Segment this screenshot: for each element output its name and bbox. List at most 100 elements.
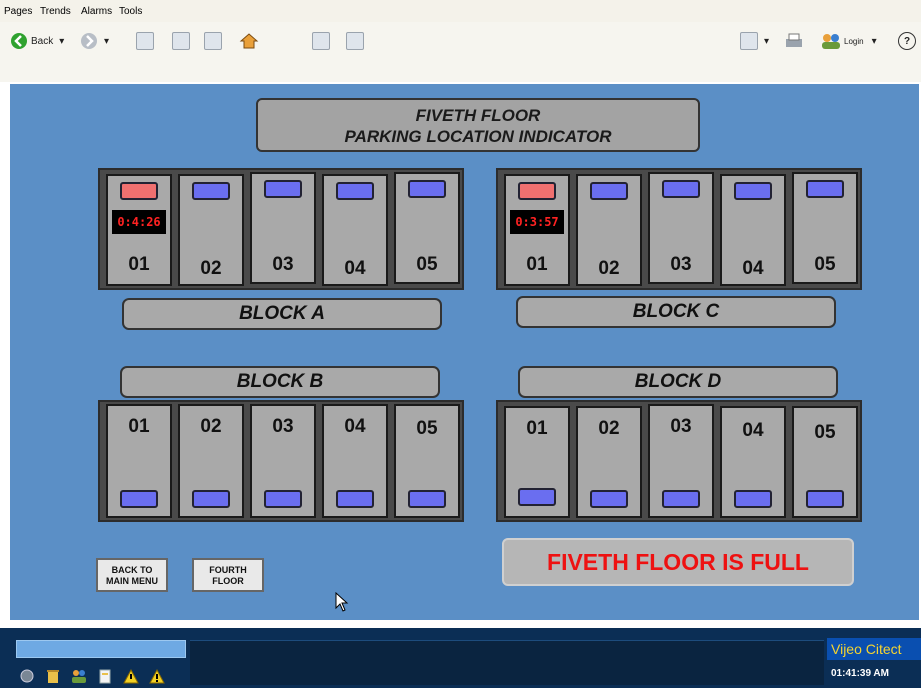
trash-icon[interactable]	[44, 668, 62, 684]
menu-item-pages[interactable]: Pages	[4, 6, 32, 17]
free-indicator	[192, 182, 230, 200]
back-button[interactable]: Back ▾	[10, 31, 64, 51]
slot-number: 03	[670, 254, 692, 275]
forward-arrow-icon	[81, 33, 97, 49]
slot-number: 05	[416, 254, 438, 275]
button-line-2: FLOOR	[212, 576, 244, 586]
block-d: 01 02 03 04 05	[496, 400, 862, 522]
screen-icon[interactable]	[312, 32, 330, 50]
block-c-slot-01[interactable]: 0:3:57 01	[504, 174, 570, 286]
users-icon	[822, 34, 840, 49]
fourth-floor-button[interactable]: FOURTH FLOOR	[192, 558, 264, 592]
free-indicator	[336, 490, 374, 508]
block-b: 01 02 03 04 05	[98, 400, 464, 522]
block-b-slot-04[interactable]: 04	[322, 404, 388, 518]
free-indicator	[590, 182, 628, 200]
clock: 01:41:39 AM	[827, 664, 921, 684]
slot-number: 02	[598, 258, 620, 279]
block-c-slot-04[interactable]: 04	[720, 174, 786, 286]
document-icon[interactable]	[96, 668, 114, 684]
slot-number: 04	[742, 420, 764, 441]
menu-item-alarms[interactable]: Alarms	[81, 6, 112, 17]
free-indicator	[336, 182, 374, 200]
stop-icon[interactable]	[172, 32, 190, 50]
free-indicator	[734, 490, 772, 508]
back-arrow-icon	[11, 33, 27, 49]
slot-number: 04	[344, 416, 366, 437]
block-a-label: BLOCK A	[122, 298, 442, 330]
help-icon[interactable]: ?	[898, 32, 916, 50]
page-icon[interactable]	[136, 32, 154, 50]
block-b-slot-01[interactable]: 01	[106, 404, 172, 518]
free-indicator	[264, 490, 302, 508]
free-indicator	[264, 180, 302, 198]
alarm-banner[interactable]	[190, 640, 824, 685]
print-icon[interactable]	[783, 31, 805, 51]
block-b-slot-03[interactable]: 03	[250, 404, 316, 518]
slot-number: 03	[670, 416, 692, 437]
block-c-label: BLOCK C	[516, 296, 836, 328]
free-indicator	[806, 180, 844, 198]
block-c-slot-05[interactable]: 05	[792, 172, 858, 284]
brand-label: Vijeo Citect	[827, 638, 921, 660]
slot-timer: 0:4:26	[112, 210, 166, 234]
menu-item-tools[interactable]: Tools	[119, 6, 142, 17]
chart-icon[interactable]	[346, 32, 364, 50]
slot-number: 01	[128, 254, 150, 275]
slot-number: 03	[272, 254, 294, 275]
chevron-down-icon: ▾	[104, 35, 110, 47]
chevron-down-icon: ▾	[871, 35, 877, 47]
menu-item-trends[interactable]: Trends	[40, 6, 71, 17]
block-a-slot-03[interactable]: 03	[250, 172, 316, 284]
title-line-2: PARKING LOCATION INDICATOR	[344, 127, 612, 146]
block-b-slot-05[interactable]: 05	[394, 404, 460, 518]
floor-full-banner: FIVETH FLOOR IS FULL	[502, 538, 854, 586]
slot-number: 05	[814, 422, 836, 443]
slot-number: 01	[128, 416, 150, 437]
trend-menu-button[interactable]: ▾	[740, 31, 769, 51]
block-d-slot-04[interactable]: 04	[720, 406, 786, 518]
page-title: FIVETH FLOOR PARKING LOCATION INDICATOR	[256, 98, 700, 152]
slot-number: 01	[526, 418, 548, 439]
block-d-slot-05[interactable]: 05	[792, 406, 858, 518]
warning-icon[interactable]	[148, 668, 166, 684]
login-button[interactable]: Login ▾	[820, 31, 877, 51]
free-indicator	[734, 182, 772, 200]
slot-number: 05	[814, 254, 836, 275]
status-bar: Vijeo Citect 01:41:39 AM	[0, 628, 921, 688]
home-icon[interactable]	[238, 30, 260, 52]
users-icon[interactable]	[70, 668, 88, 684]
block-a-slot-05[interactable]: 05	[394, 172, 460, 284]
free-indicator	[408, 180, 446, 198]
block-c-slot-02[interactable]: 02	[576, 174, 642, 286]
free-indicator	[590, 490, 628, 508]
occupied-indicator	[120, 182, 158, 200]
slot-number: 05	[416, 418, 438, 439]
block-b-slot-02[interactable]: 02	[178, 404, 244, 518]
free-indicator	[662, 180, 700, 198]
forward-button[interactable]: ▾	[80, 31, 109, 51]
block-d-slot-01[interactable]: 01	[504, 406, 570, 518]
block-c: 0:3:57 01 02 03 04 05	[496, 168, 862, 290]
block-d-slot-03[interactable]: 03	[648, 404, 714, 518]
block-a-slot-02[interactable]: 02	[178, 174, 244, 286]
free-indicator	[662, 490, 700, 508]
slot-number: 02	[598, 418, 620, 439]
refresh-icon[interactable]	[204, 32, 222, 50]
slot-number: 02	[200, 258, 222, 279]
block-a-slot-01[interactable]: 0:4:26 01	[106, 174, 172, 286]
block-c-slot-03[interactable]: 03	[648, 172, 714, 284]
power-icon[interactable]	[18, 668, 36, 684]
block-a-slot-04[interactable]: 04	[322, 174, 388, 286]
scada-screen: FIVETH FLOOR PARKING LOCATION INDICATOR …	[10, 84, 919, 620]
slot-number: 02	[200, 416, 222, 437]
free-indicator	[408, 490, 446, 508]
button-line-1: BACK TO	[111, 565, 153, 575]
chevron-down-icon: ▾	[764, 35, 770, 47]
block-a: 0:4:26 01 02 03 04 05	[98, 168, 464, 290]
block-d-label: BLOCK D	[518, 366, 838, 398]
alarm-icon[interactable]	[122, 668, 140, 684]
slot-number: 01	[526, 254, 548, 275]
block-d-slot-02[interactable]: 02	[576, 406, 642, 518]
back-to-main-menu-button[interactable]: BACK TO MAIN MENU	[96, 558, 168, 592]
